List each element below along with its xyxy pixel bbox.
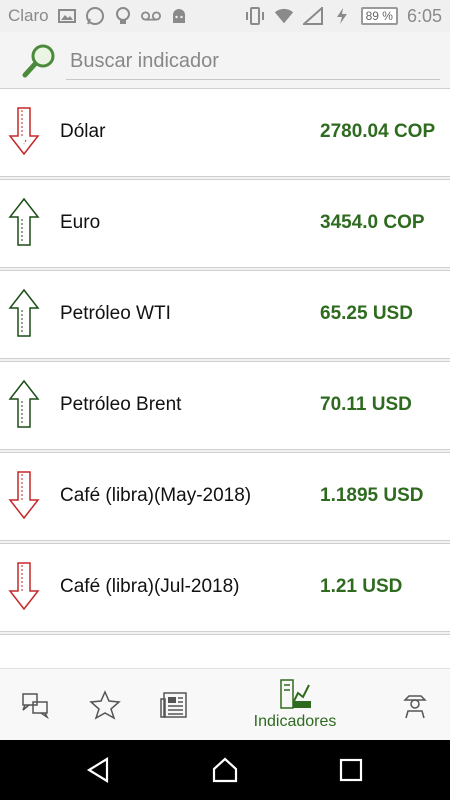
star-icon [89,690,121,720]
nav-chat[interactable] [10,669,60,741]
recents-icon[interactable] [337,756,365,784]
arrow-down-icon [8,471,40,520]
nav-profile[interactable] [390,669,440,741]
indicator-value: 2780.04 COP [320,121,436,142]
voicemail-icon [140,6,161,26]
list-item[interactable]: Café (libra)(May-2018) 1.1895 USD [0,452,450,541]
nav-label-indicadores: Indicadores [253,713,337,730]
indicator-value: 1.21 USD [320,576,403,597]
nav-favorites[interactable] [80,669,130,741]
indicator-name: Dólar [60,121,106,142]
indicator-value: 1.1895 USD [320,485,424,506]
indicator-value: 65.25 USD [320,303,413,324]
indicator-value: 3454.0 COP [320,212,425,233]
indicator-name: Café (libra)(Jul-2018) [60,576,240,597]
list-item[interactable]: Petróleo Brent 70.11 USD [0,361,450,450]
arrow-up-icon [8,197,40,246]
bottom-nav: Indicadores [0,668,450,740]
image-icon [57,6,77,26]
list-item-partial[interactable] [0,634,450,668]
back-icon[interactable] [85,756,113,784]
arrow-up-icon [8,379,40,428]
indicator-name: Petróleo Brent [60,394,182,415]
clock: 6:05 [406,5,442,26]
chart-building-icon [280,679,311,709]
indicator-list: Dólar 2780.04 COP Euro 3454.0 COP Petról… [0,88,450,668]
charging-icon [332,6,352,26]
whatsapp-icon [85,6,105,26]
search-bar [0,32,450,88]
chat-icon [22,693,49,719]
list-item[interactable]: Euro 3454.0 COP [0,179,450,268]
farmer-icon [403,695,427,719]
battery-indicator: 89 % [360,7,398,25]
search-input[interactable] [66,44,440,80]
newspaper-icon [160,692,187,718]
indicator-name: Euro [60,212,101,233]
indicator-name: Café (libra)(May-2018) [60,485,252,506]
search-icon[interactable] [20,42,58,80]
indicator-name: Petróleo WTI [60,303,171,324]
system-nav-bar [0,740,450,800]
arrow-down-icon [8,107,40,156]
list-item[interactable]: Petróleo WTI 65.25 USD [0,270,450,359]
nav-news[interactable] [150,669,200,741]
list-item[interactable]: Dólar 2780.04 COP [0,88,450,177]
arrow-down-icon [8,562,40,611]
status-bar: Claro 89 % 6:05 [0,0,450,32]
android-icon [169,6,189,26]
indicator-value: 70.11 USD [320,394,412,415]
vibrate-icon [245,6,265,26]
arrow-up-icon [8,288,40,337]
bulb-icon [113,6,133,26]
list-item[interactable]: Café (libra)(Jul-2018) 1.21 USD [0,543,450,632]
signal-icon [302,6,323,26]
wifi-icon [274,6,294,26]
nav-indicadores[interactable]: Indicadores [235,669,355,741]
carrier-label: Claro [8,6,49,25]
home-icon[interactable] [211,756,239,784]
